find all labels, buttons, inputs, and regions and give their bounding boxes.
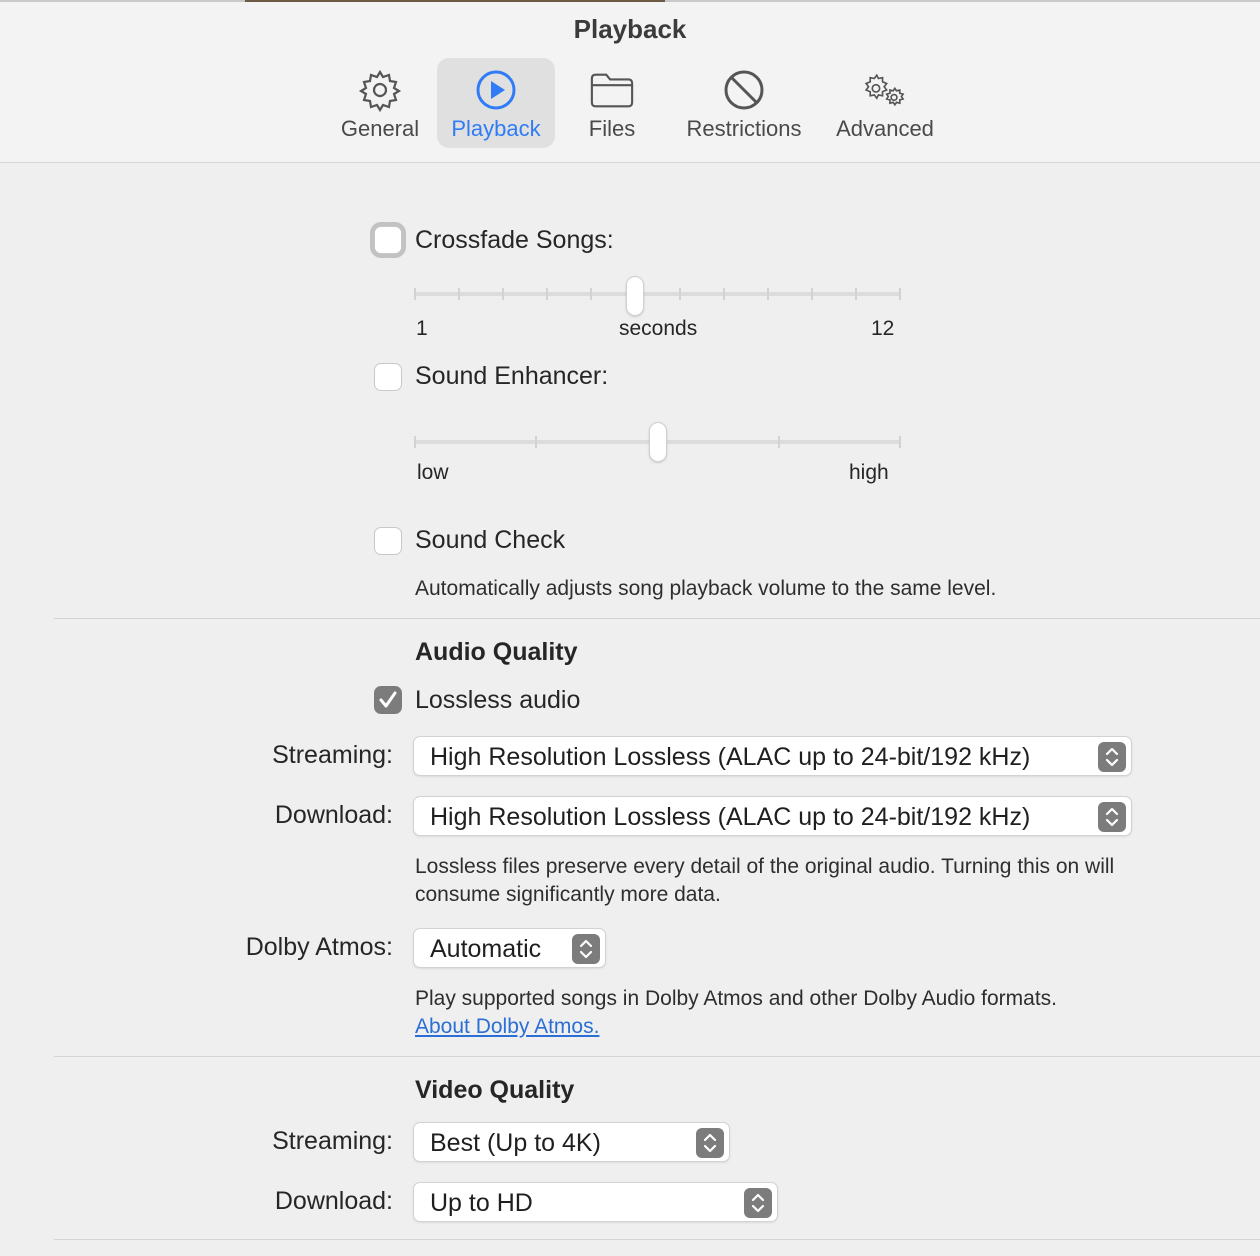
up-down-chevron-icon [572, 934, 600, 964]
dolby-atmos-label: Dolby Atmos: [245, 933, 393, 961]
lossless-note: Lossless files preserve every detail of … [415, 855, 1115, 906]
up-down-chevron-icon [1098, 802, 1126, 832]
audio-download-select[interactable]: High Resolution Lossless (ALAC up to 24-… [413, 796, 1132, 836]
audio-download-label: Download: [274, 801, 393, 829]
tab-general-label: General [340, 116, 420, 141]
slider-tick [414, 288, 416, 300]
crossfade-max-label: 12 [871, 317, 895, 340]
section-divider [54, 618, 1260, 619]
crossfade-checkbox[interactable] [374, 226, 402, 254]
slider-tick [899, 436, 901, 448]
up-down-chevron-icon [696, 1128, 724, 1158]
tab-files-label: Files [588, 116, 636, 141]
audio-quality-heading: Audio Quality [415, 638, 578, 666]
tab-advanced[interactable]: Advanced [828, 58, 942, 148]
slider-tick [854, 288, 857, 300]
folder-icon [589, 67, 635, 113]
crossfade-slider[interactable] [414, 276, 901, 316]
play-circle-icon [473, 67, 519, 113]
slider-tick [458, 288, 461, 300]
slider-tick [590, 288, 593, 300]
slider-tick [810, 288, 813, 300]
slider-tick [766, 288, 769, 300]
gear-icon [357, 67, 403, 113]
sound-check-description: Automatically adjusts song playback volu… [415, 577, 997, 600]
video-streaming-value: Best (Up to 4K) [430, 1129, 601, 1157]
audio-streaming-value: High Resolution Lossless (ALAC up to 24-… [430, 743, 1031, 771]
video-streaming-label: Streaming: [272, 1127, 393, 1155]
tab-files[interactable]: Files [567, 58, 657, 148]
sound-check-checkbox[interactable] [374, 527, 402, 555]
prohibited-icon [721, 67, 767, 113]
audio-streaming-label: Streaming: [272, 741, 393, 769]
crossfade-label: Crossfade Songs: [415, 226, 614, 254]
section-divider [54, 1056, 1260, 1057]
audio-download-value: High Resolution Lossless (ALAC up to 24-… [430, 803, 1031, 831]
sound-enhancer-high-label: high [849, 461, 889, 484]
section-divider [54, 1239, 1260, 1240]
preferences-toolbar: Playback General Playback Files Restrict… [0, 0, 1260, 163]
slider-tick [777, 436, 780, 448]
sound-enhancer-low-label: low [417, 461, 449, 484]
gears-icon [862, 67, 908, 113]
about-dolby-atmos-link[interactable]: About Dolby Atmos. [415, 1013, 599, 1041]
window-top-edge [0, 0, 1260, 2]
lossless-audio-checkbox[interactable] [374, 686, 402, 714]
video-streaming-select[interactable]: Best (Up to 4K) [413, 1122, 730, 1162]
slider-tick [502, 288, 505, 300]
slider-tick [414, 436, 416, 448]
lossless-audio-label: Lossless audio [415, 686, 581, 714]
up-down-chevron-icon [1098, 742, 1126, 772]
sound-enhancer-slider[interactable] [414, 422, 901, 462]
video-download-label: Download: [274, 1187, 393, 1215]
slider-tick [678, 288, 681, 300]
dolby-atmos-value: Automatic [430, 935, 542, 963]
slider-tick [546, 288, 549, 300]
up-down-chevron-icon [744, 1188, 772, 1218]
tab-restrictions-label: Restrictions [686, 116, 802, 141]
sound-enhancer-label: Sound Enhancer: [415, 362, 609, 390]
crossfade-unit-label: seconds [619, 317, 698, 340]
tab-advanced-label: Advanced [836, 116, 934, 141]
video-download-value: Up to HD [430, 1189, 533, 1217]
slider-tick [722, 288, 725, 300]
slider-tick [535, 436, 538, 448]
window-title: Playback [573, 14, 687, 44]
video-download-select[interactable]: Up to HD [413, 1182, 778, 1222]
tab-playback[interactable]: Playback [437, 58, 555, 148]
dolby-atmos-select[interactable]: Automatic [413, 928, 606, 968]
slider-tick [899, 288, 901, 300]
tab-restrictions[interactable]: Restrictions [676, 58, 812, 148]
sound-check-label: Sound Check [415, 526, 566, 554]
dolby-atmos-note: Play supported songs in Dolby Atmos and … [415, 987, 1058, 1010]
sound-enhancer-slider-knob[interactable] [648, 422, 667, 462]
checkmark-icon [379, 691, 397, 708]
audio-streaming-select[interactable]: High Resolution Lossless (ALAC up to 24-… [413, 736, 1132, 776]
tab-playback-label: Playback [451, 116, 541, 141]
sound-enhancer-checkbox[interactable] [374, 363, 402, 391]
tab-general[interactable]: General [330, 58, 430, 148]
crossfade-min-label: 1 [416, 317, 428, 340]
video-quality-heading: Video Quality [415, 1076, 575, 1104]
crossfade-slider-knob[interactable] [626, 276, 645, 316]
